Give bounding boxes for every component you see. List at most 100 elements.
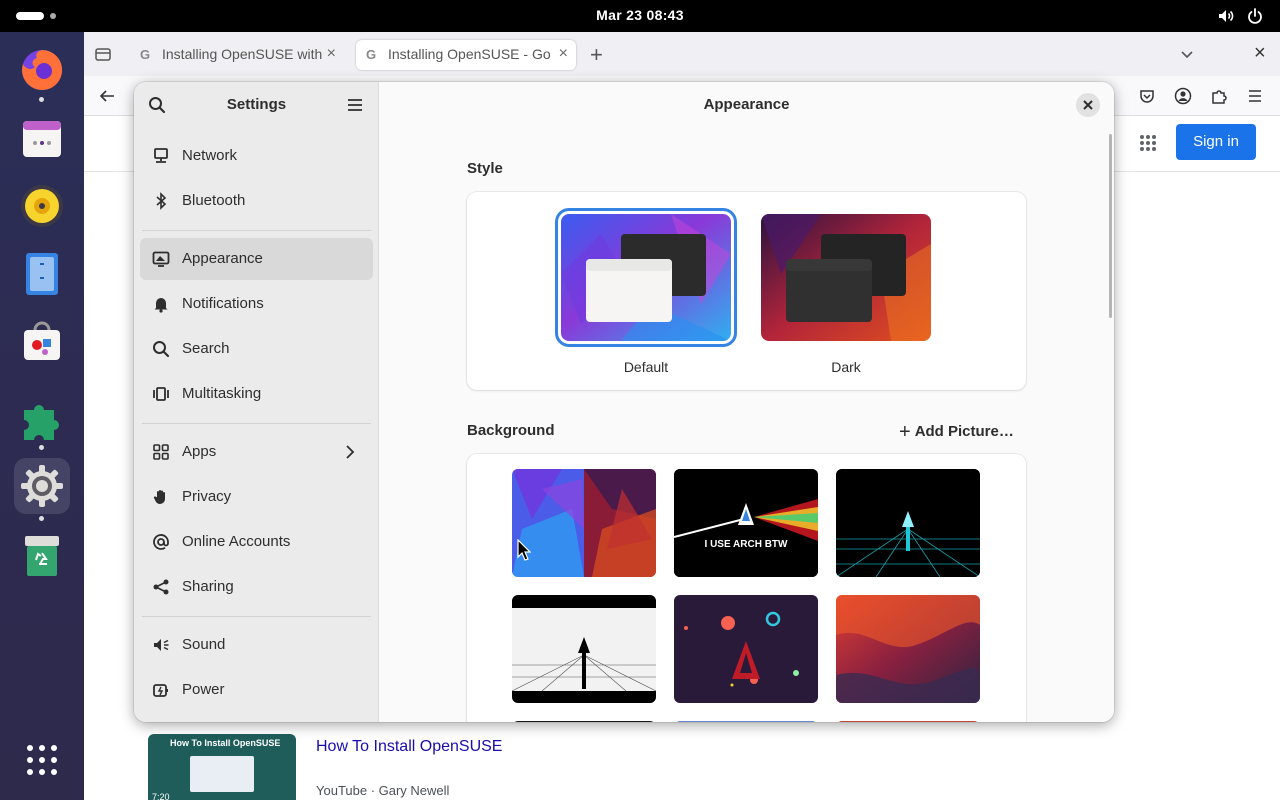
sign-in-button[interactable]: Sign in (1176, 124, 1256, 160)
extensions-icon[interactable] (14, 392, 70, 448)
sidebar-item-label: Bluetooth (182, 192, 246, 209)
sidebar-item-label: Online Accounts (182, 533, 291, 550)
wallpaper-thumbnail[interactable] (674, 721, 818, 722)
search-icon (153, 341, 170, 358)
settings-title: Settings (226, 96, 287, 113)
mouse-cursor-icon (517, 539, 531, 561)
settings-gear-icon[interactable] (14, 458, 70, 514)
video-duration: 7:20 (152, 792, 170, 800)
hamburger-menu-icon[interactable] (1246, 87, 1264, 105)
add-picture-button[interactable]: + Add Picture… (899, 421, 1014, 444)
rhythmbox-icon[interactable] (14, 178, 70, 234)
bell-icon (154, 298, 168, 313)
tab-1[interactable]: G Installing OpenSUSE with × (130, 40, 344, 70)
result-title-link[interactable]: How To Install OpenSUSE (316, 738, 502, 756)
window-close-icon[interactable]: × (1254, 42, 1266, 65)
sidebar-item-privacy[interactable]: Privacy (140, 476, 373, 518)
sidebar-item-label: Notifications (182, 295, 264, 312)
style-card: Default Dark (467, 192, 1026, 390)
appearance-panel: Appearance Style Default Dark Background… (379, 82, 1114, 722)
sidebar-item-notifications[interactable]: Notifications (140, 283, 373, 325)
close-button[interactable] (1076, 93, 1100, 117)
firefox-icon[interactable] (14, 42, 70, 98)
show-apps-icon[interactable] (14, 732, 70, 788)
volume-icon[interactable] (1217, 7, 1235, 25)
files-icon[interactable] (14, 246, 70, 302)
wallpaper-thumbnail[interactable] (512, 721, 656, 722)
sidebar-divider (142, 230, 371, 231)
sidebar-item-label: Sound (182, 636, 226, 653)
sidebar-item-search[interactable]: Search (140, 328, 373, 370)
wallpaper-thumbnail[interactable] (512, 595, 656, 703)
close-icon (1083, 100, 1093, 110)
extensions-puzzle-icon[interactable] (1210, 87, 1228, 105)
running-indicator (39, 97, 44, 102)
style-default-option[interactable] (555, 208, 737, 347)
google-apps-icon[interactable] (1139, 134, 1157, 152)
sidebar-item-label: Sharing (182, 578, 234, 595)
hand-icon (153, 490, 165, 504)
tab-2-title: Installing OpenSUSE - Go (388, 46, 551, 62)
tab-strip: G Installing OpenSUSE with × G Installin… (84, 32, 1280, 76)
video-thumbnail[interactable]: How To Install OpenSUSE 7:20 (148, 734, 296, 800)
chevron-right-icon (346, 445, 355, 459)
wallpaper-thumbnail[interactable] (836, 595, 980, 703)
sidebar-item-label: Network (182, 147, 238, 164)
wallpaper-thumbnail[interactable] (836, 469, 980, 577)
settings-window: Settings Network Bluetooth Appearance No… (134, 82, 1114, 722)
sidebar-item-label: Multitasking (182, 385, 262, 402)
new-tab-icon[interactable]: + (590, 42, 603, 68)
list-tabs-icon[interactable] (1180, 47, 1194, 61)
sidebar-item-network[interactable]: Network (140, 135, 373, 177)
result-meta: YouTube · Gary Newell (316, 783, 450, 798)
tab-overview-icon[interactable] (94, 45, 112, 63)
sidebar-item-appearance[interactable]: Appearance (140, 238, 373, 280)
google-favicon-icon: G (366, 47, 377, 62)
wallpaper-thumbnail[interactable] (674, 595, 818, 703)
power-icon[interactable] (1246, 7, 1264, 25)
thumbnail-title: How To Install OpenSUSE (170, 738, 281, 748)
tab-2[interactable]: G Installing OpenSUSE - Go × (356, 40, 576, 70)
dock (0, 32, 84, 800)
sidebar-item-label: Appearance (182, 250, 263, 267)
back-icon[interactable] (98, 87, 116, 105)
pocket-icon[interactable] (1138, 87, 1156, 105)
calendar-icon[interactable] (14, 110, 70, 166)
sidebar-item-bluetooth[interactable]: Bluetooth (140, 180, 373, 222)
network-icon (154, 148, 168, 163)
bluetooth-icon (156, 192, 167, 210)
sidebar-item-power[interactable]: Power (140, 669, 373, 711)
trash-icon[interactable] (14, 528, 70, 584)
sidebar-item-sound[interactable]: Sound (140, 624, 373, 666)
add-picture-label: Add Picture… (914, 423, 1014, 440)
top-bar: Mar 23 08:43 (0, 0, 1280, 32)
scrollbar[interactable] (1109, 134, 1112, 318)
sidebar-divider (142, 616, 371, 617)
plus-icon: + (899, 421, 911, 443)
sidebar-item-label: Apps (182, 443, 217, 460)
sidebar-item-online-accounts[interactable]: Online Accounts (140, 521, 373, 563)
account-icon[interactable] (1174, 87, 1192, 105)
power-plug-icon (153, 684, 168, 697)
main-menu-icon[interactable] (347, 97, 363, 113)
style-section-title: Style (467, 160, 503, 177)
page-title: Appearance (703, 96, 790, 113)
tab-1-close-icon[interactable]: × (327, 45, 336, 63)
sidebar-item-apps[interactable]: Apps (140, 431, 373, 473)
tab-2-close-icon[interactable]: × (559, 45, 568, 63)
clock[interactable]: Mar 23 08:43 (0, 7, 1280, 23)
sidebar-item-label: Power (182, 681, 225, 698)
sidebar-item-multitasking[interactable]: Multitasking (140, 373, 373, 415)
wallpaper-thumbnail[interactable]: I USE ARCH BTW (674, 469, 818, 577)
style-dark-option[interactable] (761, 214, 931, 341)
wallpaper-text: I USE ARCH BTW (705, 539, 789, 550)
style-dark-label: Dark (831, 359, 861, 375)
wallpaper-thumbnail[interactable] (836, 721, 980, 722)
sidebar-header: Settings (134, 82, 379, 128)
software-icon[interactable] (14, 314, 70, 370)
apps-grid-icon (153, 444, 169, 460)
sidebar-item-sharing[interactable]: Sharing (140, 566, 373, 608)
multitasking-icon (153, 387, 169, 401)
wallpaper-thumbnail[interactable] (512, 469, 656, 577)
background-card: I USE ARCH BTW (467, 454, 1026, 722)
